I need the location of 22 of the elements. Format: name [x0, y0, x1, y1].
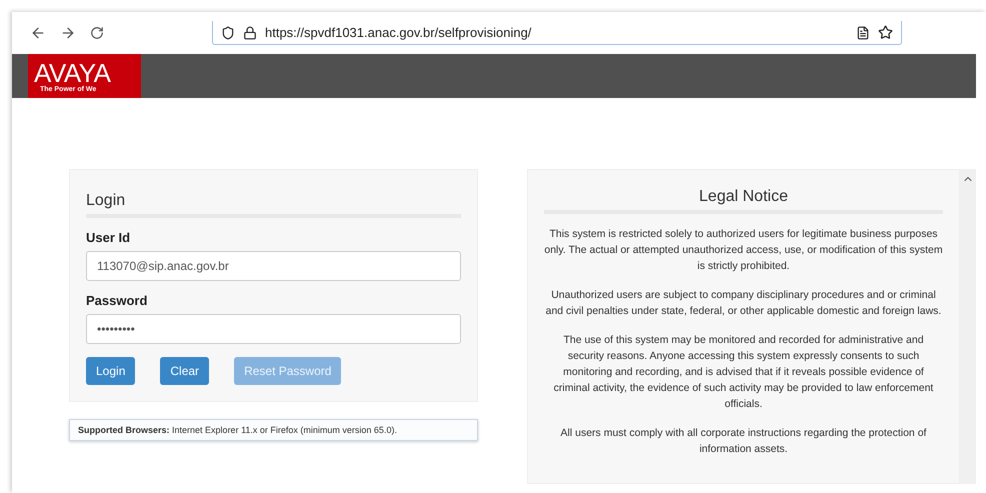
lock-icon [243, 26, 257, 40]
notice-paragraph: The use of this system may be monitored and recorded for administrative and security reasons. Anyone accessing this system expressly consents to such monitoring and recording, and is advised that if it reveals possible evidence of criminal activity, the evidence of such activity may be provided to law enforcement officials. [552, 333, 934, 412]
notice-paragraph: This system is restricted solely to authorized users for legitimate business purposes only. The actual or attempted unauthorized access, use, or modification of this system is strictly prohibited. [544, 227, 943, 274]
reload-icon[interactable] [90, 26, 104, 40]
field-label: User Id [86, 230, 132, 245]
address-bar[interactable]: https://spvdf1031.anac.gov.br/selfprovisioning/ [212, 21, 902, 45]
action-button[interactable]: Clear [160, 357, 210, 385]
field-label: Password [86, 293, 148, 308]
back-icon[interactable] [30, 25, 46, 41]
scrollbar[interactable] [960, 169, 976, 484]
action-button[interactable]: Login [86, 357, 136, 385]
star-icon[interactable] [878, 25, 893, 40]
input-field[interactable]: 113070@sip.anac.gov.br [86, 251, 461, 281]
panel-title: Login [86, 192, 461, 218]
notice-paragraph: Unauthorized users are subject to company disciplinary procedures and or criminal and civil penalties under state, federal, or other applicable domestic and foreign laws. [544, 288, 942, 319]
shield-icon [221, 26, 235, 40]
reader-view-icon[interactable] [856, 26, 870, 40]
notice-paragraph: All users must comply with all corporate instructions regarding the protection of information assets. [560, 426, 928, 457]
input-field[interactable]: ••••••••• [86, 314, 461, 344]
forward-icon[interactable] [60, 25, 76, 41]
supported-browsers-note: Supported Browsers: Internet Explorer 11.x or Firefox (minimum version 65.0). [69, 419, 478, 441]
panel-title: Legal Notice [544, 188, 943, 214]
